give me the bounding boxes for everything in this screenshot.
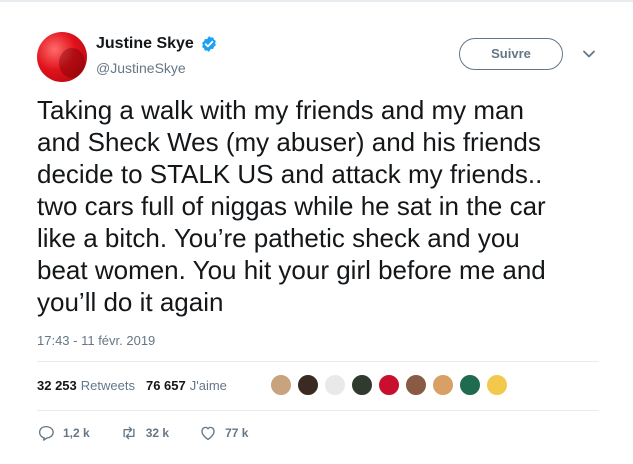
follow-button[interactable]: Suivre [459,38,563,70]
divider [37,361,599,362]
avatar-shade [59,48,85,78]
reply-count: 1,2 k [63,426,90,440]
reply-button[interactable]: 1,2 k [37,424,90,442]
liker-avatar[interactable] [405,374,427,396]
like-count: 77 k [225,426,249,440]
author-name-row: Justine Skye [96,35,218,53]
reply-icon [38,425,54,441]
liker-avatar[interactable] [432,374,454,396]
engagement-stats: 32 253 Retweets 76 657 J'aime [37,378,227,393]
retweets-label[interactable]: Retweets [81,378,135,393]
author-name[interactable]: Justine Skye [96,35,194,53]
tweet-actions: 1,2 k 32 k 77 k [37,424,278,442]
author-handle[interactable]: @JustineSkye [96,60,186,76]
retweets-count[interactable]: 32 253 [37,378,77,393]
tweet-text: Taking a walk with my friends and my man… [37,95,546,317]
retweet-count: 32 k [145,426,170,440]
retweet-icon [123,426,135,440]
top-divider [0,0,633,2]
verified-badge-icon [202,36,216,52]
liker-avatar[interactable] [486,374,508,396]
liker-avatars [270,374,513,396]
liker-avatar[interactable] [459,374,481,396]
liker-avatar[interactable] [270,374,292,396]
like-button[interactable]: 77 k [199,424,248,442]
liker-avatar[interactable] [351,374,373,396]
heart-icon [201,426,215,441]
retweet-button[interactable]: 32 k [120,424,169,442]
avatar[interactable] [37,32,87,82]
liker-avatar[interactable] [324,374,346,396]
liker-avatar[interactable] [378,374,400,396]
tweet-timestamp[interactable]: 17:43 - 11 févr. 2019 [37,333,155,348]
likes-label[interactable]: J'aime [190,378,227,393]
liker-avatar[interactable] [297,374,319,396]
divider [37,410,599,411]
chevron-down-icon[interactable] [582,49,596,59]
likes-count[interactable]: 76 657 [146,378,186,393]
